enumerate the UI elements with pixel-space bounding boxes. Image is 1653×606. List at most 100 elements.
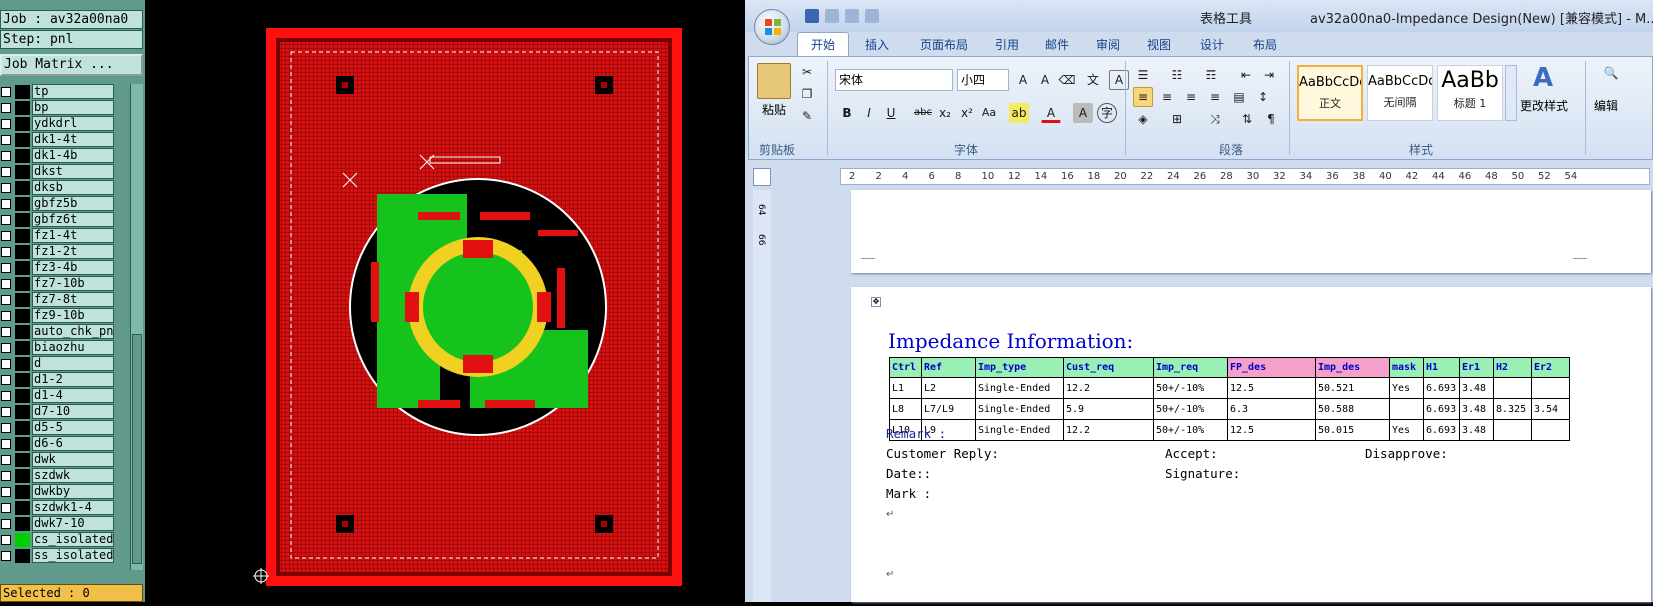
table-header-cell[interactable]: Imp_req — [1153, 357, 1228, 378]
table-header-cell[interactable]: H1 — [1423, 357, 1460, 378]
table-cell[interactable]: Single-Ended — [975, 377, 1064, 399]
scrollbar-thumb[interactable] — [132, 334, 142, 564]
table-cell[interactable]: 50+/-10% — [1153, 377, 1228, 399]
bold-icon[interactable]: B — [837, 103, 857, 123]
table-cell[interactable]: L7/L9 — [921, 398, 976, 420]
find-icon[interactable]: 🔍 — [1601, 63, 1621, 83]
layer-color-swatch[interactable] — [15, 453, 30, 467]
copy-icon[interactable]: ❐ — [797, 84, 817, 104]
table-header-cell[interactable]: FP_des — [1227, 357, 1316, 378]
table-row[interactable]: L10 L9 Single-Ended 12.2 50+/-10% 12.5 50.015 Y… — [889, 419, 1570, 441]
table-header-cell[interactable]: mask — [1389, 357, 1424, 378]
paste-icon[interactable] — [757, 63, 791, 99]
impedance-table[interactable]: Ctrl Ref Imp_type Cust_req Imp_req FP_des Imp_… — [889, 357, 1570, 441]
layer-row[interactable]: fz7-8t — [0, 292, 130, 308]
layer-name[interactable]: bp — [32, 100, 114, 115]
refresh-icon[interactable] — [865, 9, 879, 23]
table-cell[interactable]: 50.588 — [1315, 398, 1390, 420]
layer-color-swatch[interactable] — [15, 277, 30, 291]
borders-icon[interactable]: ⊞ — [1167, 109, 1187, 129]
layer-row[interactable]: d5-5 — [0, 420, 130, 436]
table-cell[interactable]: 50.521 — [1315, 377, 1390, 399]
layer-color-swatch[interactable] — [15, 165, 30, 179]
layer-name[interactable]: cs_isolated — [32, 532, 114, 547]
layer-row[interactable]: d1-2 — [0, 372, 130, 388]
layer-color-swatch[interactable] — [15, 405, 30, 419]
line-spacing-icon[interactable]: ↕ — [1253, 87, 1273, 107]
layer-checkbox[interactable] — [1, 471, 11, 481]
clear-format-icon[interactable]: ⌫ — [1057, 70, 1077, 90]
layer-checkbox[interactable] — [1, 439, 11, 449]
layer-name[interactable]: fz7-8t — [32, 292, 114, 307]
layer-color-swatch[interactable] — [15, 341, 30, 355]
job-matrix-button[interactable]: Job Matrix ... — [0, 54, 143, 76]
layer-color-swatch[interactable] — [15, 85, 30, 99]
layer-name[interactable]: ydkdrl — [32, 116, 114, 131]
chinese-layout-icon[interactable]: ⤨ — [1205, 109, 1225, 129]
layer-row[interactable]: auto_chk_pnl — [0, 324, 130, 340]
layer-color-swatch[interactable] — [15, 293, 30, 307]
cut-icon[interactable]: ✂ — [797, 62, 817, 82]
table-cell[interactable]: Single-Ended — [975, 419, 1064, 441]
layer-checkbox[interactable] — [1, 119, 11, 129]
layer-row[interactable]: fz1-4t — [0, 228, 130, 244]
tab-view[interactable]: 视图 — [1147, 36, 1171, 53]
layer-row[interactable]: gbfz5b — [0, 196, 130, 212]
grow-font-icon[interactable]: A — [1013, 70, 1033, 90]
layer-checkbox[interactable] — [1, 343, 11, 353]
layer-row[interactable]: fz1-2t — [0, 244, 130, 260]
layer-row[interactable]: d6-6 — [0, 436, 130, 452]
table-cell[interactable] — [1531, 419, 1570, 441]
table-header-cell[interactable]: Imp_des — [1315, 357, 1390, 378]
enclose-char-icon[interactable]: 字 — [1097, 103, 1117, 123]
layer-color-swatch[interactable] — [15, 197, 30, 211]
table-cell[interactable]: 6.3 — [1227, 398, 1316, 420]
layer-row[interactable]: dwkby — [0, 484, 130, 500]
table-cell[interactable]: Yes — [1389, 377, 1424, 399]
subscript-icon[interactable]: x₂ — [935, 103, 955, 123]
layer-list-scrollbar[interactable] — [130, 84, 143, 570]
layer-row[interactable]: dksb — [0, 180, 130, 196]
layer-checkbox[interactable] — [1, 199, 11, 209]
highlight-icon[interactable]: ab — [1009, 103, 1029, 123]
layer-checkbox[interactable] — [1, 407, 11, 417]
table-cell[interactable]: 3.54 — [1531, 398, 1570, 420]
layer-color-swatch[interactable] — [15, 117, 30, 131]
layer-name[interactable]: d5-5 — [32, 420, 114, 435]
layer-name[interactable]: fz1-4t — [32, 228, 114, 243]
layer-name[interactable]: fz3-4b — [32, 260, 114, 275]
vertical-ruler[interactable]: 64 66 — [753, 190, 771, 602]
table-cell[interactable]: 50.015 — [1315, 419, 1390, 441]
tab-references[interactable]: 引用 — [995, 36, 1019, 53]
tab-selector[interactable] — [753, 168, 771, 186]
document-page-1[interactable] — [851, 190, 1651, 273]
tab-home[interactable]: 开始 — [811, 36, 835, 53]
align-center-icon[interactable]: ≡ — [1157, 87, 1177, 107]
distributed-icon[interactable]: ▤ — [1229, 87, 1249, 107]
layer-color-swatch[interactable] — [15, 245, 30, 259]
align-right-icon[interactable]: ≡ — [1181, 87, 1201, 107]
table-cell[interactable] — [1389, 398, 1424, 420]
table-cell[interactable]: 3.48 — [1459, 398, 1494, 420]
layer-name[interactable]: fz7-10b — [32, 276, 114, 291]
layer-checkbox[interactable] — [1, 103, 11, 113]
tab-design[interactable]: 设计 — [1200, 36, 1224, 53]
table-cell[interactable]: 50+/-10% — [1153, 398, 1228, 420]
tab-review[interactable]: 审阅 — [1096, 36, 1120, 53]
layer-color-swatch[interactable] — [15, 261, 30, 275]
layer-color-swatch[interactable] — [15, 133, 30, 147]
layer-row[interactable]: tp — [0, 84, 130, 100]
layer-color-swatch[interactable] — [15, 357, 30, 371]
table-cell[interactable]: 50+/-10% — [1153, 419, 1228, 441]
layer-name[interactable]: biaozhu — [32, 340, 114, 355]
table-row[interactable]: L1 L2 Single-Ended 12.2 50+/-10% 12.5 50.521 Ye… — [889, 377, 1570, 399]
italic-icon[interactable]: I — [859, 103, 879, 123]
table-cell[interactable]: 5.9 — [1063, 398, 1154, 420]
increase-indent-icon[interactable]: ⇥ — [1259, 65, 1279, 85]
layer-name[interactable]: gbfz6t — [32, 212, 114, 227]
change-styles-icon[interactable]: A — [1533, 63, 1563, 93]
table-cell[interactable]: Yes — [1389, 419, 1424, 441]
layer-row[interactable]: fz7-10b — [0, 276, 130, 292]
layer-color-swatch[interactable] — [15, 309, 30, 323]
layer-color-swatch[interactable] — [15, 533, 30, 547]
